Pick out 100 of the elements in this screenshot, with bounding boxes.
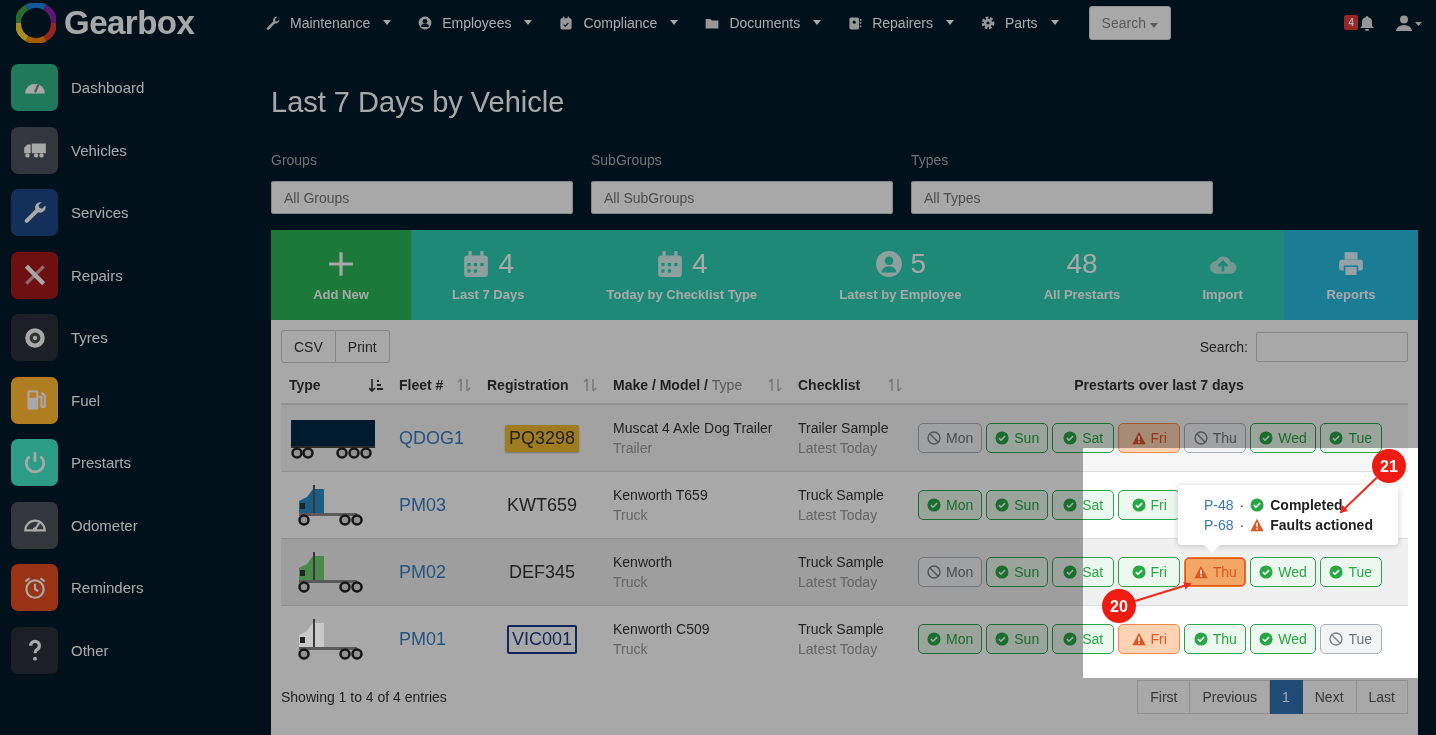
toolbar-tile[interactable]: 4 Last 7 Days [411,230,566,320]
day-status-button[interactable]: Sun [986,624,1049,654]
status-text: Faults actioned [1270,517,1373,533]
day-status-button[interactable]: Sun [986,490,1049,520]
tile-label: Last 7 Days [452,286,525,302]
column-header[interactable]: Fleet # [399,377,444,393]
column-header[interactable]: Registration [487,377,569,393]
day-status-button[interactable]: Thu [1184,557,1247,587]
day-status-button[interactable]: Sat [1052,490,1115,520]
day-status-button[interactable]: Mon [918,423,983,453]
nav-menu[interactable]: Maintenance [265,14,392,31]
logo-ring-icon [16,2,56,43]
nav-menu[interactable]: Documents [704,14,822,31]
pagination-button[interactable]: Previous [1190,680,1270,714]
day-status-button[interactable]: Thu [1184,624,1247,654]
day-status-button[interactable]: Fri [1118,557,1181,587]
export-button[interactable]: CSV [281,330,336,363]
nav-menu[interactable]: Compliance [558,14,679,31]
nav-menu[interactable]: Parts [979,14,1059,31]
day-status-button[interactable]: Sat [1052,423,1115,453]
day-status-button[interactable]: Fri [1118,423,1181,453]
fleet-link[interactable]: PM03 [399,494,447,515]
day-status-button[interactable]: Mon [918,557,983,587]
column-header[interactable]: Prestarts over last 7 days [1074,377,1244,393]
registration-text: KWT659 [506,493,578,517]
vehicle-type-text: Truck [613,506,649,525]
day-status-button[interactable]: Wed [1250,423,1316,453]
day-status-button[interactable]: Tue [1319,423,1382,453]
day-status-button[interactable]: Wed [1250,557,1316,587]
sidebar-item[interactable]: Services [71,204,129,221]
day-status-button[interactable]: Thu [1184,423,1247,453]
filter-label: Types [911,152,950,168]
column-header[interactable]: Make / Model / Type [613,377,743,393]
search-button[interactable]: Search [1088,5,1171,40]
tile-label: Latest by Employee [839,286,962,302]
day-status-button[interactable]: Tue [1319,557,1382,587]
prestart-link[interactable]: P-68 [1204,517,1234,533]
fleet-link[interactable]: PM02 [399,561,447,582]
nav-menu[interactable]: Repairers [847,14,954,31]
day-status-button[interactable]: Sun [986,557,1049,587]
tile-label: Add New [313,286,369,302]
dropdown-field[interactable]: All Types [911,181,1213,214]
toolbar-tile[interactable]: 48 All Prestarts [1002,230,1162,320]
check-circle-icon [995,632,1010,646]
check-circle-icon [1063,431,1078,445]
toolbar-tile[interactable]: Add New [271,230,411,320]
dropdown-field[interactable]: All Groups [271,181,573,214]
dropdown-field[interactable]: All SubGroups [591,181,893,214]
check-circle-icon [995,431,1010,445]
column-header[interactable]: Checklist [798,377,861,393]
sidebar-icon-tile[interactable] [11,564,58,611]
sidebar-item[interactable]: Fuel [71,391,101,409]
day-status-button[interactable]: Sun [986,423,1049,453]
day-status-button[interactable]: Sat [1052,624,1115,654]
pagination-button[interactable]: 1 [1269,680,1303,714]
sidebar-item[interactable]: Tyres [71,329,108,346]
sidebar-item[interactable]: Odometer [71,516,138,534]
sidebar-icon-tile[interactable] [11,126,58,174]
day-status-button[interactable]: Mon [918,490,983,520]
day-status-button[interactable]: Fri [1118,490,1181,520]
fleet-link[interactable]: PM01 [399,628,447,649]
toolbar-tile[interactable]: Reports [1284,230,1419,320]
sidebar-icon-tile[interactable] [11,501,58,549]
pagination-button[interactable]: First [1137,680,1191,714]
model-text: Kenworth C509 [613,620,711,639]
sidebar-icon-tile[interactable] [11,189,58,236]
pagination-button[interactable]: Next [1302,680,1357,714]
day-status-button[interactable]: Mon [918,624,983,654]
toolbar-tile[interactable]: 5 Latest by Employee [798,230,1003,320]
sidebar-item[interactable]: Dashboard [71,79,145,96]
toolbar-tile[interactable]: 4 Today by Checklist Type [565,230,799,320]
column-header[interactable]: Type [289,377,321,393]
prestart-link[interactable]: P-48 [1204,497,1234,513]
export-button[interactable]: Print [335,330,390,363]
sidebar-icon-tile[interactable] [11,626,58,674]
sidebar-item[interactable]: Prestarts [71,454,131,471]
latest-text: Latest Today [798,640,879,659]
sidebar-icon-tile[interactable] [11,439,58,486]
day-status-button[interactable]: Wed [1250,624,1316,654]
toolbar-tile[interactable]: Import [1161,230,1285,320]
day-status-button[interactable]: Tue [1319,624,1382,654]
sidebar-icon-tile[interactable] [11,64,58,111]
sidebar-item[interactable]: Repairs [71,266,123,284]
model-text: Muscat 4 Axle Dog Trailer [613,419,774,438]
sidebar-icon-tile[interactable] [11,376,58,424]
tile-count: 4 [498,247,515,280]
registration-text: DEF345 [507,560,576,584]
search-field[interactable] [1256,331,1408,362]
check-circle-icon [927,632,941,646]
separator-dot: · [1239,497,1245,513]
sidebar-item[interactable]: Other [71,641,109,659]
sidebar-icon-tile[interactable] [11,314,58,361]
sidebar-item[interactable]: Reminders [71,579,144,596]
day-status-button[interactable]: Fri [1118,624,1181,654]
pagination-button[interactable]: Last [1356,680,1408,714]
sidebar-item[interactable]: Vehicles [71,141,127,159]
day-status-button[interactable]: Sat [1052,557,1115,587]
nav-menu[interactable]: Employees [417,14,533,31]
prohibited-icon [927,565,941,579]
sidebar-icon-tile[interactable] [11,251,58,299]
